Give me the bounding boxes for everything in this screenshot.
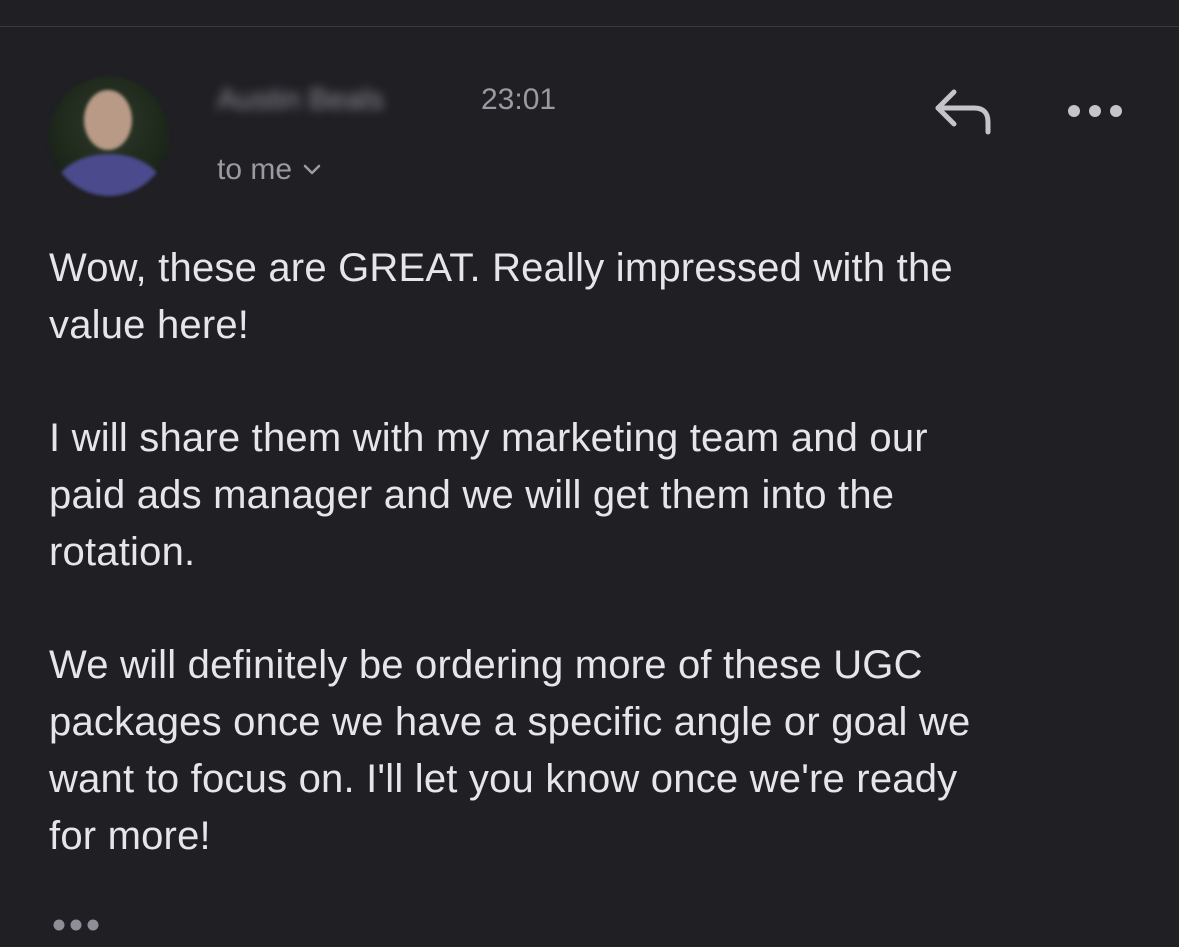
avatar-shirt [55,154,163,196]
sent-time: 23:01 [481,83,557,116]
sender-name[interactable]: Austin Beals [217,82,384,118]
recipient-label: to me [217,153,293,186]
show-trimmed-content-icon [53,919,99,931]
reply-button[interactable] [930,84,996,140]
show-trimmed-content-button[interactable] [49,910,109,940]
message-paragraph-1: Wow, these are GREAT. Really impressed w… [49,246,953,347]
chevron-down-icon [303,164,321,175]
top-divider [0,26,1179,27]
message-paragraph-2: I will share them with my marketing team… [49,416,928,574]
message-body: Wow, these are GREAT. Really impressed w… [49,240,1149,921]
more-options-icon [1068,105,1122,117]
message-paragraph-3: We will definitely be ordering more of t… [49,643,971,858]
avatar[interactable] [49,76,169,196]
avatar-face [84,90,132,150]
recipient-details-toggle[interactable]: to me [217,152,322,188]
more-options-button[interactable] [1062,96,1128,126]
reply-icon [935,89,991,135]
